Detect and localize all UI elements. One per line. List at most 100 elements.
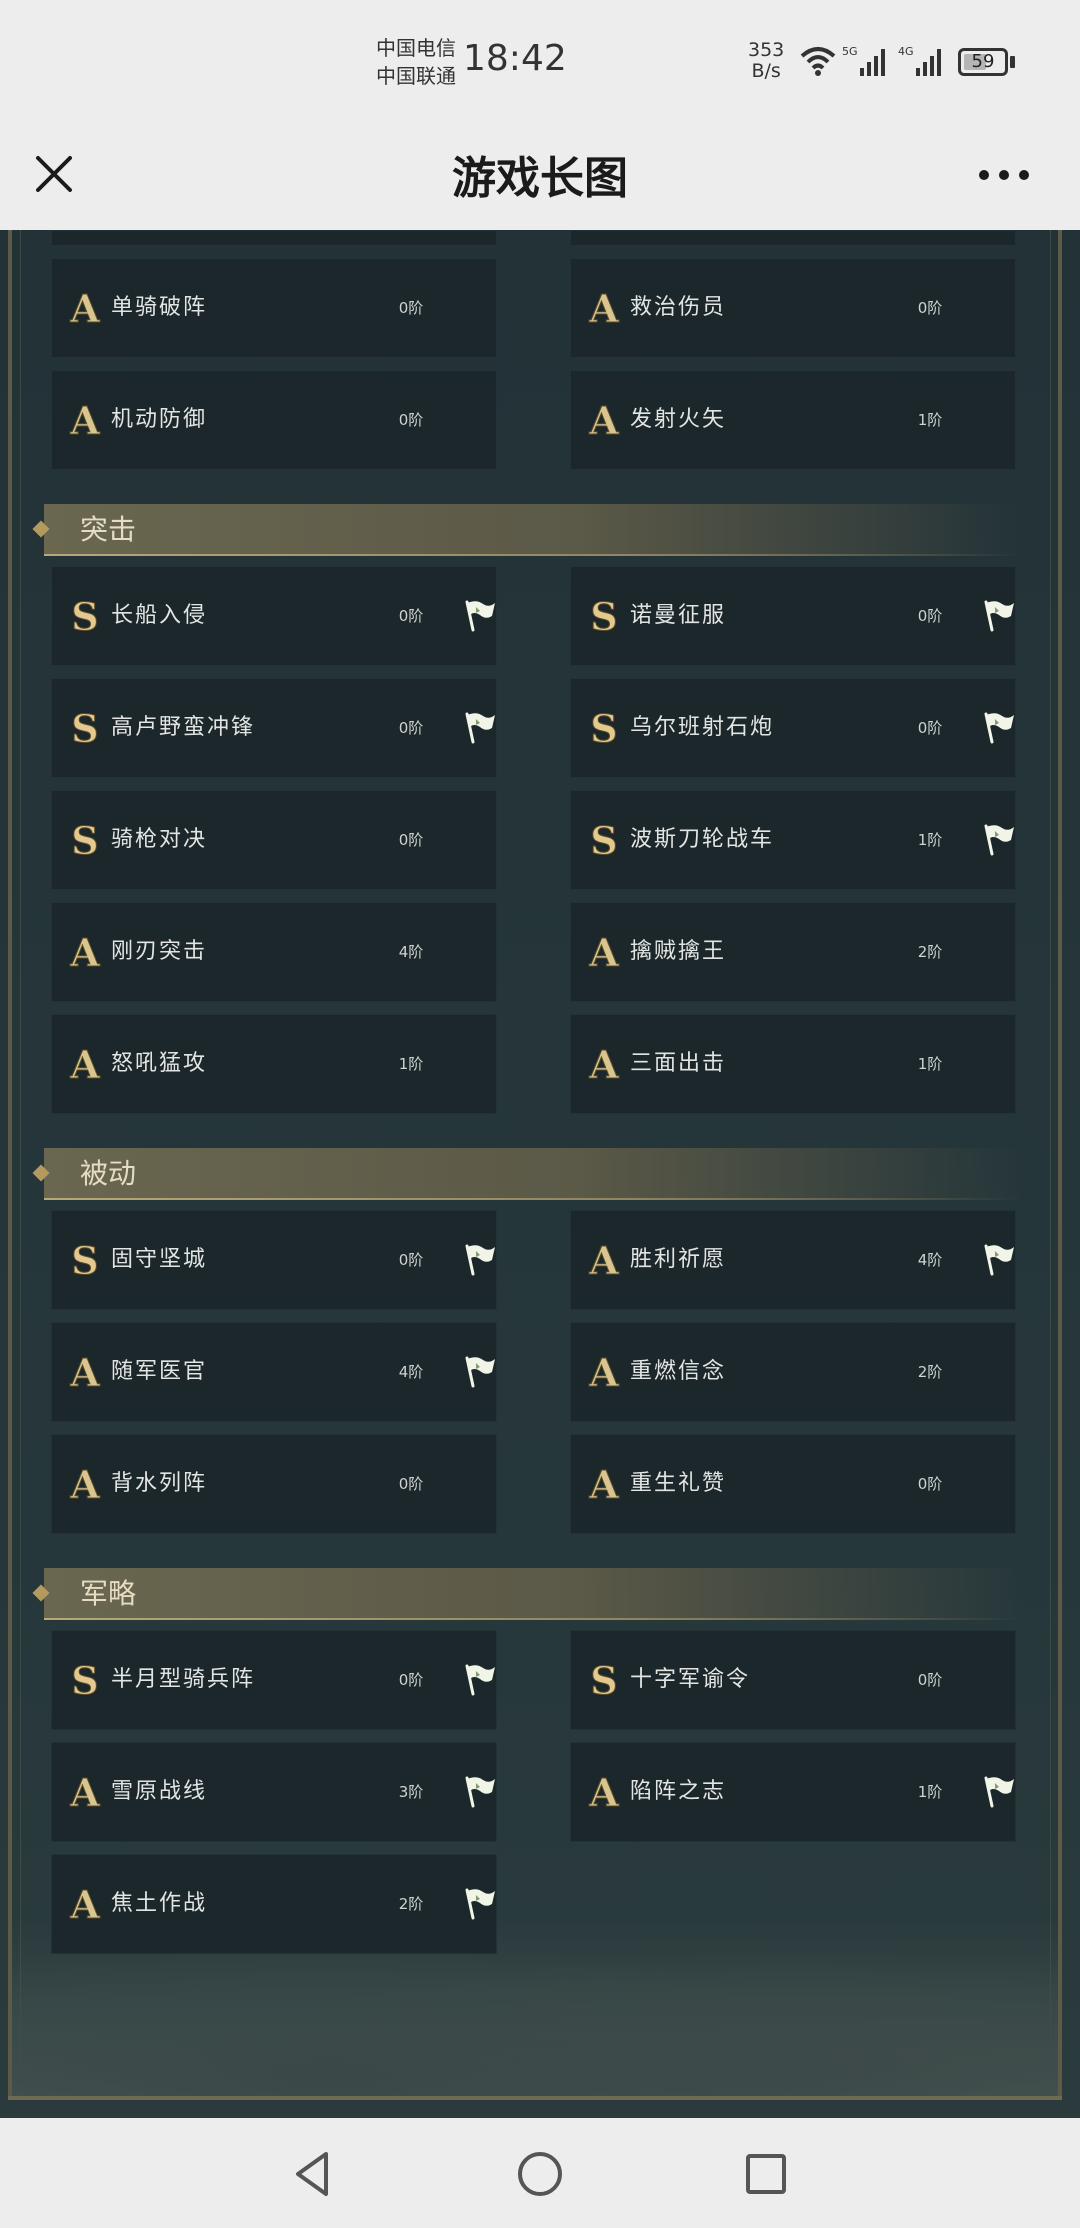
skill-card[interactable]: S 波斯刀轮战车 1阶 [570,790,1016,890]
diamond-ornament-icon [32,1164,50,1182]
section-divider [44,1198,1020,1200]
skill-name: 发射火矢 [630,407,727,432]
skill-level: 0阶 [398,1671,424,1689]
skill-card[interactable]: A 救治伤员 0阶 [570,258,1016,358]
svg-text:S: S [71,1658,98,1702]
skill-card[interactable]: A 发射火矢 1阶 [570,370,1016,470]
skill-card[interactable]: S 十字军谕令 0阶 [570,1630,1016,1730]
grade-s-icon: S [71,594,99,638]
skill-card[interactable]: A 单骑破阵 0阶 [51,258,497,358]
carrier-1: 中国电信 [376,36,456,60]
skill-card[interactable]: A 擒贼擒王 2阶 [570,902,1016,1002]
svg-text:S: S [590,706,617,750]
skill-level: 2阶 [398,1895,424,1913]
grade-a-icon: A [69,930,101,974]
svg-text:A: A [588,1350,619,1394]
grade-s-icon: S [590,594,618,638]
skill-card[interactable]: A 背水列阵 0阶 [51,1434,497,1534]
skill-card[interactable]: A 机动防御 0阶 [51,370,497,470]
skill-card[interactable]: A 刚刃突击 4阶 [51,902,497,1002]
skill-name: 重燃信念 [630,1359,727,1384]
skill-card[interactable]: A 重燃信念 2阶 [570,1322,1016,1422]
back-nav-icon[interactable] [286,2146,342,2202]
section-divider [44,1618,1020,1620]
grade-a-icon: A [588,286,620,330]
svg-text:A: A [588,398,619,442]
flag-icon [984,600,1014,632]
grade-s-icon: S [71,1238,99,1282]
skill-card[interactable]: S 半月型骑兵阵 0阶 [51,1630,497,1730]
home-nav-icon[interactable] [512,2146,568,2202]
skill-name: 长船入侵 [111,603,208,628]
svg-text:A: A [69,1462,100,1506]
skill-level: 0阶 [917,1671,943,1689]
skill-level: 4阶 [398,1363,424,1381]
carrier-2: 中国联通 [376,64,456,88]
section-divider [44,554,1020,556]
status-bar: 中国电信 中国联通 18:42 353 B/s 5G 4G 59 [0,0,1080,126]
section-header: 军略 [32,1568,1020,1620]
skill-card[interactable]: A 三面出击 1阶 [570,1014,1016,1114]
svg-text:A: A [69,398,100,442]
game-long-image[interactable]: A 单骑破阵 0阶 A 救治伤员 0阶 A 机动防御 0阶 A 发射火矢 1阶 突击 S 长船入侵 0阶 S 诺曼… [0,230,1080,2118]
diamond-ornament-icon [32,1584,50,1602]
skill-level: 1阶 [917,411,943,429]
grade-a-icon: A [588,398,620,442]
skill-card[interactable]: S 高卢野蛮冲锋 0阶 [51,678,497,778]
skill-level: 1阶 [917,1055,943,1073]
skill-card[interactable]: A 焦土作战 2阶 [51,1854,497,1954]
skill-name: 诺曼征服 [630,603,727,628]
skill-level: 0阶 [917,299,943,317]
svg-text:A: A [588,1042,619,1086]
skill-level: 0阶 [398,719,424,737]
skill-name: 焦土作战 [111,1891,208,1916]
more-options-icon[interactable] [974,150,1034,200]
skill-card[interactable]: S 固守坚城 0阶 [51,1210,497,1310]
skill-card[interactable]: A 胜利祈愿 4阶 [570,1210,1016,1310]
grade-a-icon: A [69,1042,101,1086]
grade-s-icon: S [590,706,618,750]
skill-card[interactable]: A 陷阵之志 1阶 [570,1742,1016,1842]
skill-name: 救治伤员 [630,295,727,320]
skill-level: 0阶 [398,299,424,317]
skill-name: 波斯刀轮战车 [630,827,775,852]
grade-a-icon: A [588,930,620,974]
navigation-bar [0,2118,1080,2228]
page-title: 游戏长图 [452,153,628,204]
svg-text:S: S [590,594,617,638]
diamond-ornament-icon [32,520,50,538]
frame-border-bottom [8,2096,1062,2100]
skill-card[interactable]: S 诺曼征服 0阶 [570,566,1016,666]
grade-a-icon: A [588,1238,620,1282]
skill-card[interactable]: S 骑枪对决 0阶 [51,790,497,890]
recents-nav-icon[interactable] [738,2146,794,2202]
skill-card[interactable]: A 随军医官 4阶 [51,1322,497,1422]
skill-name: 十字军谕令 [630,1667,751,1692]
svg-text:S: S [71,594,98,638]
svg-text:S: S [590,1658,617,1702]
grade-s-icon: S [71,706,99,750]
section-header: 被动 [32,1148,1020,1200]
net-speed-value: 353 [748,39,785,61]
skill-level: 2阶 [917,1363,943,1381]
skill-card[interactable]: S 乌尔班射石炮 0阶 [570,678,1016,778]
frame-inner-left [20,230,21,2080]
status-time: 18:42 [463,38,567,79]
skill-name: 随军医官 [111,1359,208,1384]
svg-text:S: S [590,818,617,862]
grade-s-icon: S [71,818,99,862]
skill-name: 机动防御 [111,407,208,432]
skill-card[interactable]: A 怒吼猛攻 1阶 [51,1014,497,1114]
net-speed-unit: B/s [751,60,781,82]
skill-level: 1阶 [917,831,943,849]
grade-a-icon: A [69,1350,101,1394]
skill-name: 怒吼猛攻 [111,1051,208,1076]
skill-level: 0阶 [917,1475,943,1493]
skill-card[interactable]: A 雪原战线 3阶 [51,1742,497,1842]
skill-level: 0阶 [398,411,424,429]
skill-card[interactable]: A 重生礼赞 0阶 [570,1434,1016,1534]
section-title: 军略 [80,1577,137,1610]
svg-text:5G: 5G [842,45,858,58]
skill-card[interactable]: S 长船入侵 0阶 [51,566,497,666]
skill-name: 乌尔班射石炮 [630,715,775,740]
